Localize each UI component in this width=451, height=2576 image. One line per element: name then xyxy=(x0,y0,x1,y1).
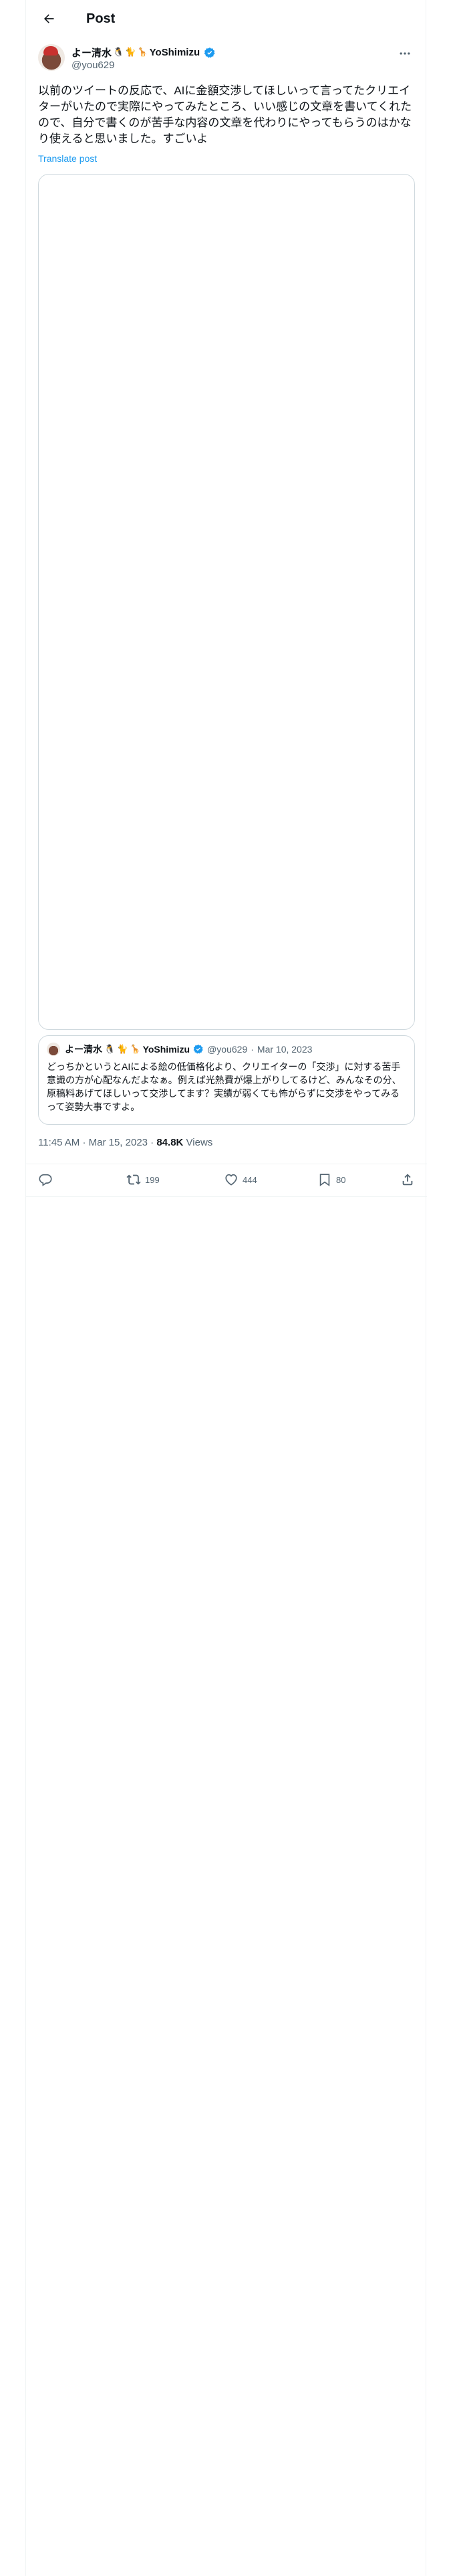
views-label: Views xyxy=(186,1137,213,1148)
author-name[interactable]: よー清水 xyxy=(71,45,112,60)
more-horizontal-icon xyxy=(400,52,410,55)
penguin-emoji: 🐧 xyxy=(113,47,124,58)
quoted-tweet[interactable]: よー清水 🐧 🐈 🦒 YoShimizu @you629 · Mar 10, 2… xyxy=(38,1035,415,1125)
quoted-author-handle: @you629 xyxy=(207,1044,248,1055)
separator-dot: · xyxy=(251,1044,254,1055)
like-button[interactable]: 444 xyxy=(224,1172,257,1187)
arrow-left-icon xyxy=(44,14,54,23)
retweet-icon xyxy=(126,1174,141,1185)
share-icon xyxy=(402,1174,413,1186)
author-name-suffix[interactable]: YoShimizu xyxy=(150,47,200,58)
cat-emoji: 🐈 xyxy=(125,47,136,58)
quoted-avatar xyxy=(47,1043,60,1056)
separator-dot: · xyxy=(150,1137,157,1148)
media-placeholder xyxy=(39,175,414,1029)
giraffe-emoji: 🦒 xyxy=(130,1044,141,1055)
quoted-date: Mar 10, 2023 xyxy=(257,1044,313,1055)
media-image[interactable] xyxy=(38,174,415,1030)
quoted-tweet-header: よー清水 🐧 🐈 🦒 YoShimizu @you629 · Mar 10, 2… xyxy=(47,1043,312,1056)
quoted-tweet-text: どっちかというとAIによる絵の低価格化より、クリエイターの「交渉」に対する苦手意… xyxy=(47,1061,402,1112)
tweet-time[interactable]: 11:45 AM xyxy=(38,1137,80,1148)
penguin-emoji: 🐧 xyxy=(104,1044,116,1055)
cat-emoji: 🐈 xyxy=(117,1044,128,1055)
tweet-date[interactable]: Mar 15, 2023 xyxy=(89,1137,148,1148)
retweet-count: 199 xyxy=(145,1174,160,1185)
views-count: 84.8K xyxy=(156,1137,184,1148)
bookmark-icon xyxy=(319,1174,330,1186)
back-button[interactable] xyxy=(35,5,62,32)
author-row: よー清水 🐧 🐈 🦒 YoShimizu @you629 xyxy=(38,44,415,76)
avatar[interactable] xyxy=(38,44,65,71)
verified-badge-icon[interactable] xyxy=(204,47,216,59)
main-column: Post よー清水 🐧 🐈 🦒 YoShimizu @you629 以前のツイー… xyxy=(25,0,427,2576)
heart-icon xyxy=(225,1174,237,1186)
more-options-button[interactable] xyxy=(395,45,415,62)
tweet-meta: 11:45 AM · Mar 15, 2023 · 84.8K Views xyxy=(38,1137,212,1148)
translate-post-link[interactable]: Translate post xyxy=(38,153,97,164)
share-button[interactable] xyxy=(400,1172,415,1187)
quoted-author-name-suffix: YoShimizu xyxy=(142,1044,190,1055)
reply-button[interactable] xyxy=(38,1172,53,1187)
quoted-author-name: よー清水 xyxy=(65,1044,102,1055)
page-title: Post xyxy=(86,11,116,26)
reply-icon xyxy=(39,1174,52,1186)
author-name-line[interactable]: よー清水 🐧 🐈 🦒 YoShimizu xyxy=(71,45,216,60)
verified-badge-icon xyxy=(193,1045,203,1054)
like-count: 444 xyxy=(243,1174,257,1185)
bookmark-count: 80 xyxy=(336,1174,346,1185)
author-handle[interactable]: @you629 xyxy=(71,60,114,71)
tweet-text: 以前のツイートの反応で、AIに金額交渉してほしいって言ってたクリエイターがいたの… xyxy=(38,84,412,145)
retweet-button[interactable]: 199 xyxy=(126,1172,160,1187)
top-bar: Post xyxy=(26,0,427,37)
bookmark-button[interactable]: 80 xyxy=(317,1172,345,1187)
separator-dot: · xyxy=(82,1137,89,1148)
action-bar: 199 444 80 xyxy=(26,1164,427,1197)
giraffe-emoji: 🦒 xyxy=(137,47,148,58)
